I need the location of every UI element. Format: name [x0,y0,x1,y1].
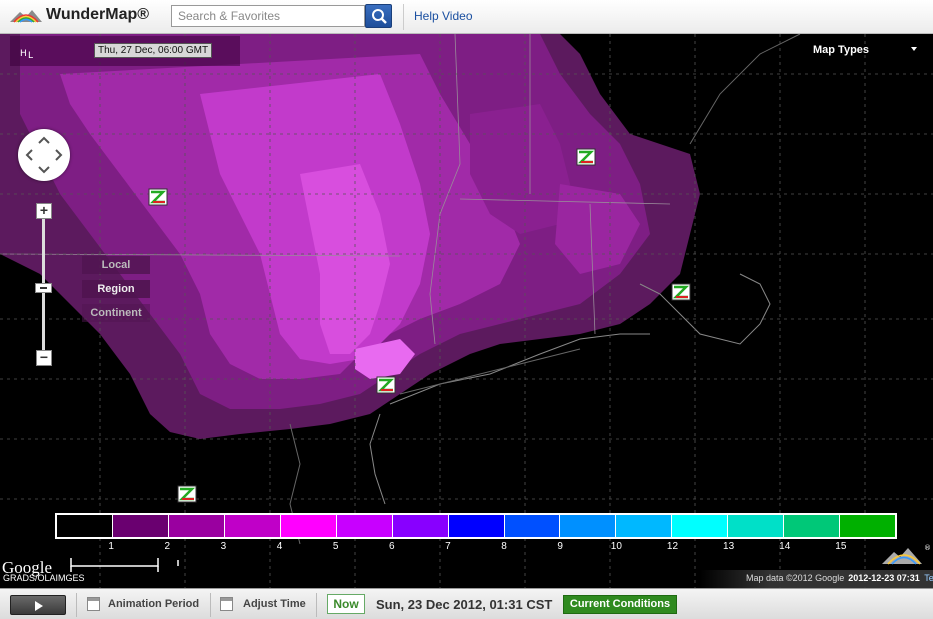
time-overlay: 2012-12-23 07:31 [848,573,920,583]
svg-text:®: ® [924,544,931,552]
weather-station-icon[interactable] [576,148,596,166]
search-input[interactable] [171,5,365,27]
zoom-in-button[interactable]: + [36,203,52,219]
zoom-slider-handle[interactable] [35,283,52,293]
search-button[interactable] [365,4,392,28]
legend-label: 6 [389,541,395,552]
map-canvas[interactable]: H L Thu, 27 Dec, 06:00 GMT Map Types + −… [0,34,933,588]
wundermap-app: WunderMap® Help Video [0,0,933,619]
pan-arrows-icon [25,136,63,174]
level-continent-button[interactable]: Continent [82,304,150,322]
legend-label: 3 [220,541,227,552]
calendar-icon[interactable] [87,597,100,611]
weather-station-icon[interactable] [671,283,691,301]
forecast-time-panel: H L Thu, 27 Dec, 06:00 GMT [10,36,240,66]
attribution-text: Map data ©2012 Google [746,573,845,583]
attribution-left: GRADS/OLAIMGES [3,573,85,583]
calendar-icon[interactable] [220,597,233,611]
wunderground-watermark-icon: ® [882,544,931,565]
legend-label: 12 [666,541,679,552]
weather-station-icon[interactable] [177,485,197,503]
svg-text:L: L [28,51,33,61]
zoom-out-button[interactable]: − [36,350,52,366]
legend-label: 15 [835,541,847,552]
legend-label: 13 [723,541,735,552]
legend-swatch [560,515,617,537]
legend-swatch [112,515,169,537]
legend-label: 7 [445,541,451,552]
toolbar-divider [316,593,317,617]
scale-bar [70,558,179,572]
legend-swatch [728,515,785,537]
legend-swatch [336,515,393,537]
legend-swatch [392,515,449,537]
toolbar-divider [403,4,404,30]
legend-label: 9 [557,541,563,552]
toolbar-divider [76,593,77,617]
legend-labels: 1 2 3 4 5 6 7 8 9 10 12 13 14 15 [55,541,897,555]
legend-swatch [672,515,729,537]
search-icon [372,9,387,24]
app-title: WunderMap® [46,6,150,23]
high-low-icon[interactable]: H L [18,42,38,62]
legend-swatch [280,515,337,537]
svg-text:H: H [20,49,27,59]
current-conditions-button[interactable]: Current Conditions [563,595,677,614]
pan-control[interactable] [18,129,70,181]
legend-swatch [448,515,505,537]
animation-period-button[interactable]: Animation Period [108,598,199,610]
level-region-button[interactable]: Region [82,280,150,298]
help-video-link[interactable]: Help Video [414,9,473,23]
legend-swatch [504,515,561,537]
forecast-time-label: Thu, 27 Dec, 06:00 GMT [94,43,213,58]
legend-swatch [224,515,281,537]
legend-label: 1 [108,541,114,552]
now-button[interactable]: Now [327,594,365,614]
adjust-time-button[interactable]: Adjust Time [243,598,306,610]
legend-label: 8 [501,541,507,552]
terms-of-use-link[interactable]: Terms of Use [924,573,933,583]
weather-station-icon[interactable] [376,376,396,394]
legend-label: 14 [779,541,791,552]
legend-swatch [616,515,673,537]
top-toolbar: WunderMap® Help Video [0,0,933,34]
bottom-toolbar: Animation Period Adjust Time Now Sun, 23… [0,588,933,619]
chevron-down-icon[interactable] [911,47,917,51]
level-local-button[interactable]: Local [82,256,150,274]
weather-station-icon[interactable] [148,188,168,206]
toolbar-divider [210,593,211,617]
wunderground-logo-icon[interactable] [8,6,44,26]
legend-label: 4 [276,541,283,552]
legend-swatch [840,515,896,537]
precipitation-legend [55,513,897,539]
legend-label: 10 [610,541,622,552]
legend-swatch [784,515,841,537]
legend-label: 5 [332,541,339,552]
legend-swatch [57,515,113,537]
legend-label: 2 [164,541,171,552]
legend-swatch [168,515,225,537]
play-button[interactable] [10,595,66,615]
map-types-dropdown[interactable]: Map Types [813,44,869,56]
current-time: Sun, 23 Dec 2012, 01:31 CST [376,597,553,612]
map-attribution: Map data ©2012 Google 2012-12-23 07:31 Te… [700,570,933,588]
